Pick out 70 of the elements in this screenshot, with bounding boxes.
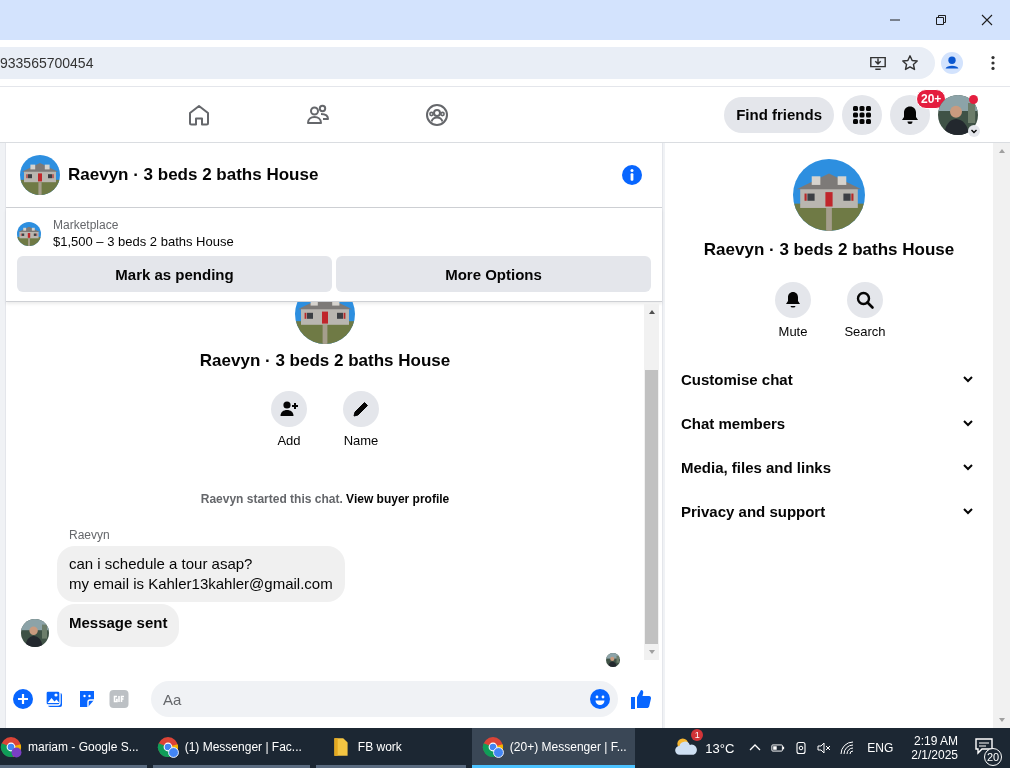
chat-name: Raevyn · 3 beds 2 baths House — [703, 240, 955, 260]
sender-name: Raevyn — [69, 528, 110, 542]
chevron-down-icon[interactable] — [968, 124, 980, 137]
info-icon[interactable] — [622, 165, 642, 185]
action-label: Mute — [778, 324, 808, 339]
clock-time: 2:19 AM — [913, 734, 958, 748]
status-dot-icon — [969, 94, 978, 104]
taskbar-app[interactable]: (1) Messenger | Fac... — [152, 728, 310, 768]
browser-icon — [481, 735, 504, 758]
star-icon[interactable] — [901, 54, 919, 72]
mute-button[interactable] — [775, 282, 811, 318]
close-icon[interactable] — [981, 14, 993, 26]
listing-source: Marketplace — [53, 218, 120, 232]
menu-button[interactable] — [842, 94, 882, 135]
listing-action-button[interactable]: Mark as pending — [17, 256, 332, 292]
like-icon[interactable] — [630, 688, 652, 710]
section-header[interactable]: Customise chat — [681, 357, 977, 401]
groups-icon[interactable] — [425, 102, 449, 127]
muted-speaker-icon[interactable] — [817, 741, 832, 755]
chat-title: Raevyn · 3 beds 2 baths House — [68, 165, 319, 185]
notification-count: 20 — [984, 748, 1002, 766]
section-header[interactable]: Chat members — [681, 401, 977, 445]
home-icon[interactable] — [187, 102, 211, 127]
listing-action-button[interactable]: More Options — [336, 256, 651, 292]
bell-icon — [783, 290, 803, 310]
action-label: Search — [844, 324, 886, 339]
camera-icon[interactable] — [794, 741, 809, 755]
search-icon — [855, 290, 875, 310]
add-person-icon — [279, 399, 299, 419]
profile-icon[interactable] — [941, 52, 963, 74]
action-label: Name — [343, 433, 379, 448]
battery-icon[interactable] — [771, 741, 786, 755]
restore-icon[interactable] — [935, 14, 947, 26]
listing-summary: $1,500 – 3 beds 2 baths House — [53, 234, 234, 249]
clock-date: 2/1/2025 — [911, 748, 958, 762]
message-field[interactable]: Aa — [151, 681, 618, 717]
section-header[interactable]: Media, files and links — [681, 445, 977, 489]
taskbar-app[interactable]: (20+) Messenger | F... — [471, 728, 635, 768]
taskbar-app[interactable]: FB work — [315, 728, 466, 768]
language-indicator[interactable]: ENG — [867, 741, 894, 755]
notification-badge: 20+ — [916, 88, 947, 109]
buyer-profile-link[interactable]: View buyer profile — [346, 492, 450, 506]
wifi-icon[interactable] — [840, 741, 855, 755]
taskbar-app[interactable]: mariam - Google S... — [0, 728, 147, 768]
message-bubble: can i schedule a tour asap? my email is Kahler13kahler@gmail.com — [57, 546, 345, 602]
message-bubble: Message sent — [57, 604, 180, 647]
emoji-icon[interactable] — [590, 689, 610, 709]
sticker-icon[interactable] — [77, 689, 97, 709]
search-button[interactable] — [847, 282, 883, 318]
temperature: 13°C — [705, 740, 735, 756]
pencil-icon — [351, 399, 371, 419]
install-icon[interactable] — [869, 54, 887, 72]
section-header[interactable]: Privacy and support — [681, 489, 977, 533]
photo-icon[interactable] — [45, 689, 65, 709]
plus-icon[interactable] — [13, 689, 33, 709]
chat-start-note: Raevyn started this chat. View buyer profile — [200, 492, 450, 506]
address-field[interactable]: 933565700454 — [0, 47, 935, 79]
weather-badge: 1 — [691, 729, 704, 741]
friends-icon[interactable] — [306, 102, 330, 127]
grid-icon — [852, 104, 872, 125]
action-label: Add — [277, 433, 301, 448]
browser-icon — [0, 735, 22, 758]
conversation-title: Raevyn · 3 beds 2 baths House — [199, 351, 451, 371]
name-button[interactable] — [343, 391, 379, 427]
scrollbar[interactable] — [644, 304, 659, 660]
browser-icon — [156, 735, 179, 758]
bell-icon — [900, 104, 920, 125]
add-button[interactable] — [271, 391, 307, 427]
find-friends-button[interactable]: Find friends — [724, 96, 834, 133]
menu-icon[interactable] — [990, 54, 996, 72]
